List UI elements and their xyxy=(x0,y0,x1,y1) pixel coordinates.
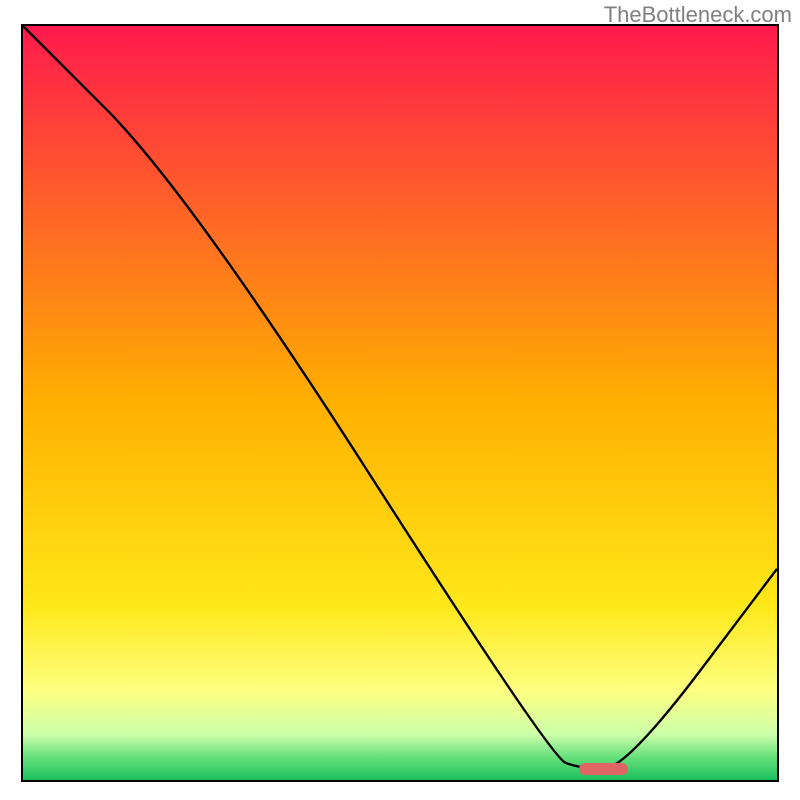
chart-plot-area xyxy=(21,24,779,782)
watermark-text: TheBottleneck.com xyxy=(604,2,792,28)
chart-svg xyxy=(23,26,777,780)
gradient-fill-rect xyxy=(23,26,777,780)
optimal-range-marker xyxy=(579,763,628,775)
